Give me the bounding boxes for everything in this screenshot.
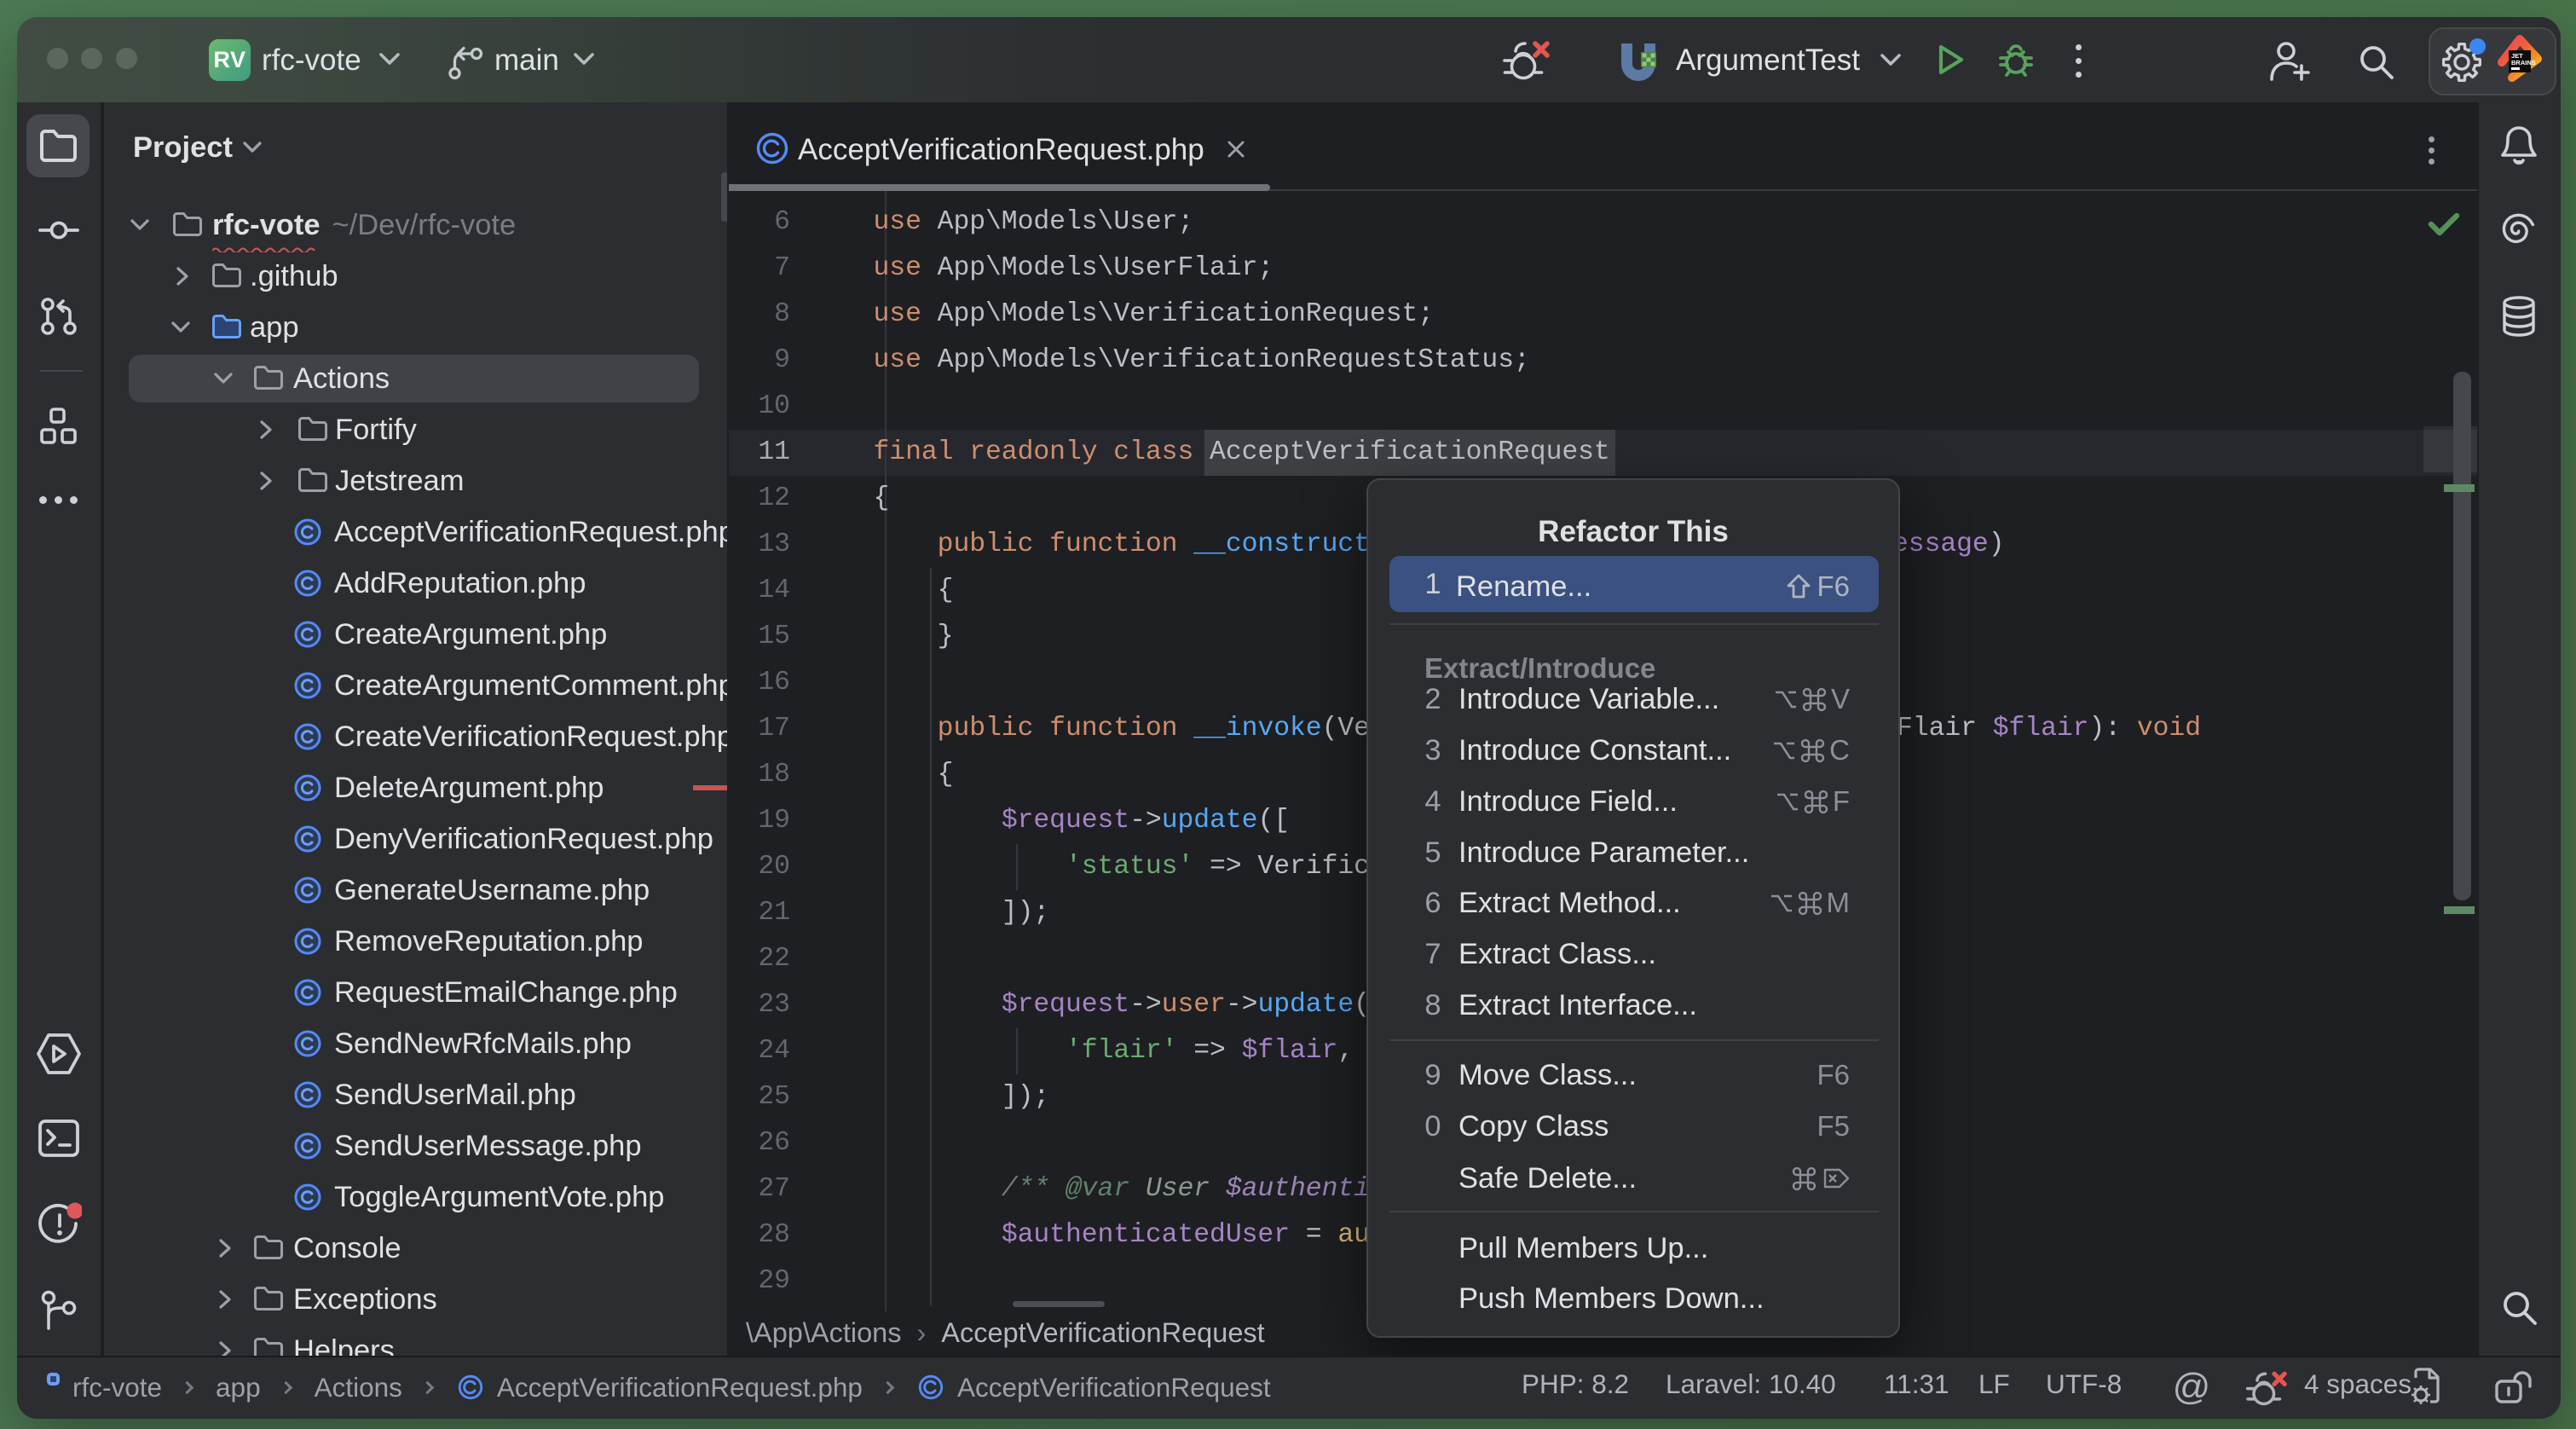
svg-text:BRAINS: BRAINS [2511, 59, 2536, 67]
